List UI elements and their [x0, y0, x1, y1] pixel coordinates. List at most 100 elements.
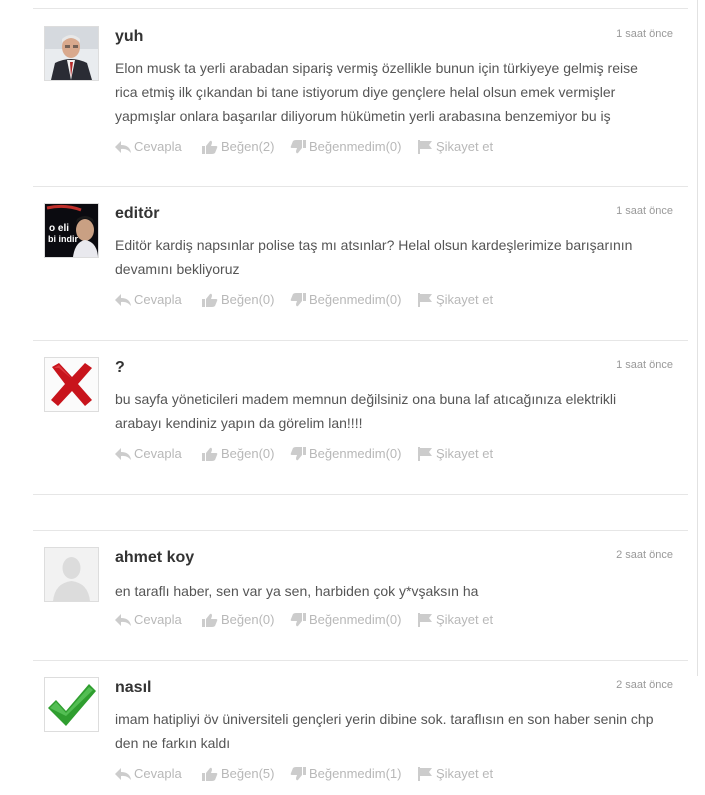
reply-button[interactable]: Cevapla	[115, 612, 182, 627]
comment-text: Elon musk ta yerli arabadan sipariş verm…	[115, 56, 680, 128]
flag-icon	[417, 139, 433, 154]
scroll-frame-border	[697, 0, 698, 676]
report-button[interactable]: Şikayet et	[417, 292, 493, 307]
comment-author: ?	[115, 359, 125, 376]
reply-button-label: Cevapla	[134, 446, 182, 461]
thumbs-up-icon	[202, 293, 218, 307]
reply-button-label: Cevapla	[134, 612, 182, 627]
divider	[33, 530, 688, 531]
avatar[interactable]	[44, 26, 99, 81]
reply-icon	[115, 140, 131, 154]
comment-time: 1 saat önce	[616, 205, 673, 217]
dislike-button[interactable]: Beğenmedim(0)	[290, 446, 402, 461]
reply-button-label: Cevapla	[134, 292, 182, 307]
reply-button[interactable]: Cevapla	[115, 139, 182, 154]
thumbs-down-icon	[290, 612, 306, 627]
comment-author: yuh	[115, 28, 144, 45]
dislike-button-label: Beğenmedim(0)	[309, 139, 402, 154]
report-button-label: Şikayet et	[436, 292, 494, 307]
man-in-suit-avatar-icon	[45, 27, 98, 80]
thumbs-up-icon	[202, 613, 218, 627]
green-check-icon	[45, 678, 98, 731]
report-button[interactable]: Şikayet et	[417, 446, 493, 461]
like-button-label: Beğen(0)	[221, 292, 275, 307]
divider	[33, 494, 688, 495]
flag-icon	[417, 446, 433, 461]
like-button-label: Beğen(0)	[221, 446, 275, 461]
thumbs-down-icon	[290, 446, 306, 461]
divider	[33, 340, 688, 341]
reply-button[interactable]: Cevapla	[115, 446, 182, 461]
thumbs-up-icon	[202, 140, 218, 154]
like-button-label: Beğen(0)	[221, 612, 275, 627]
default-user-icon	[45, 548, 98, 601]
flag-icon	[417, 292, 433, 307]
comment-text-line: devamını bekliyoruz	[115, 261, 240, 277]
reply-button[interactable]: Cevapla	[115, 292, 182, 307]
dislike-button-label: Beğenmedim(0)	[309, 612, 402, 627]
reply-button-label: Cevapla	[134, 766, 182, 781]
avatar[interactable]	[44, 547, 99, 602]
comment-text: imam hatipliyi öv üniversiteli gençleri …	[115, 707, 680, 755]
report-button-label: Şikayet et	[436, 612, 494, 627]
comment-text-line: arabayı kendiniz yapın da görelim lan!!!…	[115, 415, 363, 431]
comment-text-line: bu sayfa yöneticileri madem memnun değil…	[115, 391, 617, 407]
report-button-label: Şikayet et	[436, 766, 494, 781]
divider	[33, 8, 688, 9]
report-button[interactable]: Şikayet et	[417, 612, 493, 627]
like-button[interactable]: Beğen(0)	[202, 446, 274, 461]
like-button-label: Beğen(2)	[221, 139, 275, 154]
reply-icon	[115, 613, 131, 627]
comment-text-line: Editör kardiş napsınlar polise taş mı at…	[115, 237, 633, 253]
comment-time: 1 saat önce	[616, 28, 673, 40]
avatar[interactable]: o eli bi indir	[44, 203, 99, 258]
divider	[33, 186, 688, 187]
reply-icon	[115, 293, 131, 307]
dislike-button-label: Beğenmedim(0)	[309, 446, 402, 461]
dislike-button-label: Beğenmedim(0)	[309, 292, 402, 307]
like-button-label: Beğen(5)	[221, 766, 275, 781]
comment-author: nasıl	[115, 679, 152, 696]
comment-text-line: imam hatipliyi öv üniversiteli gençleri …	[115, 711, 654, 727]
thumbs-up-icon	[202, 767, 218, 781]
comment-text: en taraflı haber, sen var ya sen, harbid…	[115, 579, 680, 603]
avatar[interactable]	[44, 357, 99, 412]
thumbs-down-icon	[290, 292, 306, 307]
report-button[interactable]: Şikayet et	[417, 139, 493, 154]
avatar[interactable]	[44, 677, 99, 732]
dislike-button[interactable]: Beğenmedim(0)	[290, 292, 402, 307]
reply-button[interactable]: Cevapla	[115, 766, 182, 781]
comment-text-line: en taraflı haber, sen var ya sen, harbid…	[115, 583, 479, 599]
comment-time: 2 saat önce	[616, 679, 673, 691]
like-button[interactable]: Beğen(0)	[202, 612, 274, 627]
report-button[interactable]: Şikayet et	[417, 766, 493, 781]
report-button-label: Şikayet et	[436, 446, 494, 461]
reply-button-label: Cevapla	[134, 139, 182, 154]
comment-text-line: Elon musk ta yerli arabadan sipariş verm…	[115, 60, 638, 76]
divider	[33, 660, 688, 661]
comment-text-line: yapmışlar onlara başarılar diliyorum hük…	[115, 108, 611, 124]
avatar-overlay-text: o eli	[49, 223, 69, 234]
like-button[interactable]: Beğen(5)	[202, 766, 274, 781]
comment-text: bu sayfa yöneticileri madem memnun değil…	[115, 387, 680, 435]
thumbs-up-icon	[202, 447, 218, 461]
avatar-overlay-text: bi indir	[48, 234, 78, 244]
dislike-button-label: Beğenmedim(1)	[309, 766, 402, 781]
thumbs-down-icon	[290, 139, 306, 154]
thumbs-down-icon	[290, 766, 306, 781]
comment-text: Editör kardiş napsınlar polise taş mı at…	[115, 233, 680, 281]
red-cross-icon	[45, 358, 98, 411]
dislike-button[interactable]: Beğenmedim(1)	[290, 766, 402, 781]
football-player-avatar-icon: o eli bi indir	[45, 204, 98, 257]
flag-icon	[417, 766, 433, 781]
like-button[interactable]: Beğen(0)	[202, 292, 274, 307]
flag-icon	[417, 612, 433, 627]
comment-text-line: rica etmiş ilk çıkandan bi tane istiyoru…	[115, 84, 616, 100]
dislike-button[interactable]: Beğenmedim(0)	[290, 612, 402, 627]
comment-time: 1 saat önce	[616, 359, 673, 371]
comment-author: editör	[115, 205, 160, 222]
dislike-button[interactable]: Beğenmedim(0)	[290, 139, 402, 154]
comment-text-line: den ne farkın kaldı	[115, 735, 231, 751]
reply-icon	[115, 447, 131, 461]
like-button[interactable]: Beğen(2)	[202, 139, 274, 154]
